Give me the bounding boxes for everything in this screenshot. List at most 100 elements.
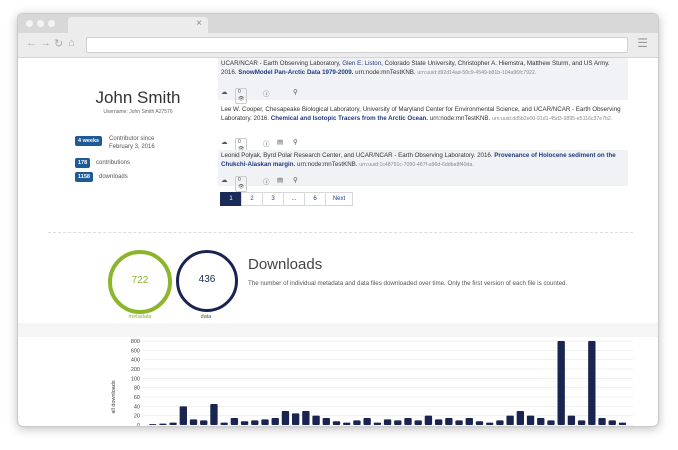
address-bar[interactable]	[86, 37, 628, 53]
bar[interactable]	[210, 404, 218, 425]
bar[interactable]	[169, 422, 177, 425]
bar[interactable]	[577, 420, 586, 425]
bar[interactable]	[598, 418, 606, 425]
bar[interactable]	[434, 419, 443, 425]
pagination: 1 2 3 ... 6 Next	[220, 192, 353, 206]
map-pin-icon[interactable]: ⚲	[293, 88, 298, 96]
dataset-title-link[interactable]: SnowModel Pan-Arctic Data 1979-2009.	[238, 69, 353, 76]
eye-icon: 👁	[238, 96, 245, 102]
y-tick-label: 200	[131, 367, 140, 373]
cloud-download-icon[interactable]: ☁	[221, 176, 228, 184]
close-tab-icon[interactable]: ×	[196, 18, 202, 29]
close-window-dot[interactable]	[26, 20, 33, 27]
bar[interactable]	[291, 413, 300, 425]
cloud-download-icon[interactable]: ☁	[221, 138, 228, 146]
section-divider	[48, 232, 633, 233]
y-tick-label: 0	[137, 423, 140, 426]
bar[interactable]	[322, 418, 330, 425]
chart-header-band	[18, 323, 658, 337]
bar[interactable]	[343, 422, 351, 425]
citation-item: Leonid Polyak, Byrd Polar Research Cente…	[218, 150, 628, 192]
bar[interactable]	[281, 411, 290, 425]
bar[interactable]	[588, 341, 596, 425]
bar[interactable]	[547, 420, 555, 425]
y-tick-label: 400	[131, 358, 140, 364]
menu-icon[interactable]: ☰	[637, 36, 648, 50]
bar[interactable]	[414, 420, 422, 425]
bar[interactable]	[486, 422, 494, 425]
bar[interactable]	[455, 420, 463, 425]
view-count-value: 0	[238, 89, 241, 95]
next-page-button[interactable]: Next	[325, 192, 353, 206]
reload-icon[interactable]: ↻	[54, 37, 63, 50]
page-content: John Smith Username: John Smith A27576 4…	[18, 58, 658, 426]
bar[interactable]	[200, 420, 208, 425]
page-1-button[interactable]: 1	[220, 192, 242, 206]
contributions-label: contributions	[96, 160, 131, 166]
bar[interactable]	[567, 415, 576, 425]
bar[interactable]	[383, 419, 392, 425]
bar[interactable]	[608, 420, 616, 425]
map-pin-icon[interactable]: ⚲	[293, 176, 298, 184]
contributor-duration-badge: 4 weeks	[75, 136, 103, 146]
bar[interactable]	[404, 418, 412, 425]
info-icon[interactable]: ⓘ	[263, 88, 270, 98]
bar[interactable]	[149, 424, 157, 425]
page-ellipsis: ...	[283, 192, 305, 206]
bar[interactable]	[332, 421, 341, 425]
bar[interactable]	[230, 418, 239, 425]
bar[interactable]	[240, 421, 249, 425]
bar[interactable]	[312, 415, 320, 425]
bar[interactable]	[516, 411, 525, 425]
bar[interactable]	[424, 415, 433, 425]
info-icon[interactable]: ⓘ	[263, 138, 270, 148]
info-icon[interactable]: ⓘ	[263, 176, 270, 186]
bar[interactable]	[618, 422, 627, 425]
bar[interactable]	[506, 415, 514, 425]
y-tick-label: 800	[131, 339, 140, 345]
cloud-download-icon[interactable]: ☁	[221, 88, 228, 96]
bar[interactable]	[475, 421, 484, 425]
bar[interactable]	[251, 420, 259, 425]
page-6-button[interactable]: 6	[304, 192, 326, 206]
page-3-button[interactable]: 3	[262, 192, 284, 206]
document-icon[interactable]: ▤	[277, 176, 283, 184]
author-link[interactable]: Glen E. Liston	[342, 60, 381, 67]
bar[interactable]	[496, 420, 504, 425]
y-tick-label: 60	[134, 395, 140, 401]
browser-tab[interactable]: ×	[68, 17, 208, 33]
bar[interactable]	[526, 415, 535, 425]
forward-icon[interactable]: →	[40, 37, 51, 49]
downloads-description: The number of individual metadata and da…	[248, 280, 568, 287]
citation-item: Lee W. Cooper, Chesapeake Biological Lab…	[218, 104, 628, 154]
citation-authors: Leonid Polyak, Byrd Polar Research Cente…	[221, 152, 495, 159]
downloads-heading: Downloads	[248, 256, 323, 273]
dataset-title-link[interactable]: Chemical and Isotopic Tracers from the A…	[271, 115, 428, 122]
bar[interactable]	[271, 418, 279, 425]
bar[interactable]	[394, 420, 402, 425]
data-label: data	[200, 314, 212, 320]
bar[interactable]	[302, 411, 310, 425]
bar[interactable]	[373, 422, 382, 425]
bar[interactable]	[220, 422, 228, 425]
bar[interactable]	[353, 420, 361, 425]
bar[interactable]	[179, 406, 187, 425]
document-icon[interactable]: ▤	[277, 138, 283, 146]
bar[interactable]	[189, 419, 198, 425]
citation-node: urn:node:mnTestKNB.	[295, 160, 360, 168]
bar[interactable]	[159, 423, 167, 425]
bar[interactable]	[537, 418, 545, 425]
home-icon[interactable]: ⌂	[68, 37, 75, 49]
title-bar: ×	[18, 14, 658, 33]
profile-username: Username: John Smith A27576	[103, 109, 173, 115]
page-2-button[interactable]: 2	[241, 192, 263, 206]
minimize-window-dot[interactable]	[37, 20, 44, 27]
bar[interactable]	[445, 418, 453, 425]
back-icon[interactable]: ←	[26, 37, 37, 49]
map-pin-icon[interactable]: ⚲	[293, 138, 298, 146]
bar[interactable]	[557, 341, 565, 425]
maximize-window-dot[interactable]	[48, 20, 55, 27]
bar[interactable]	[465, 418, 473, 425]
bar[interactable]	[363, 418, 371, 425]
bar[interactable]	[261, 419, 269, 425]
